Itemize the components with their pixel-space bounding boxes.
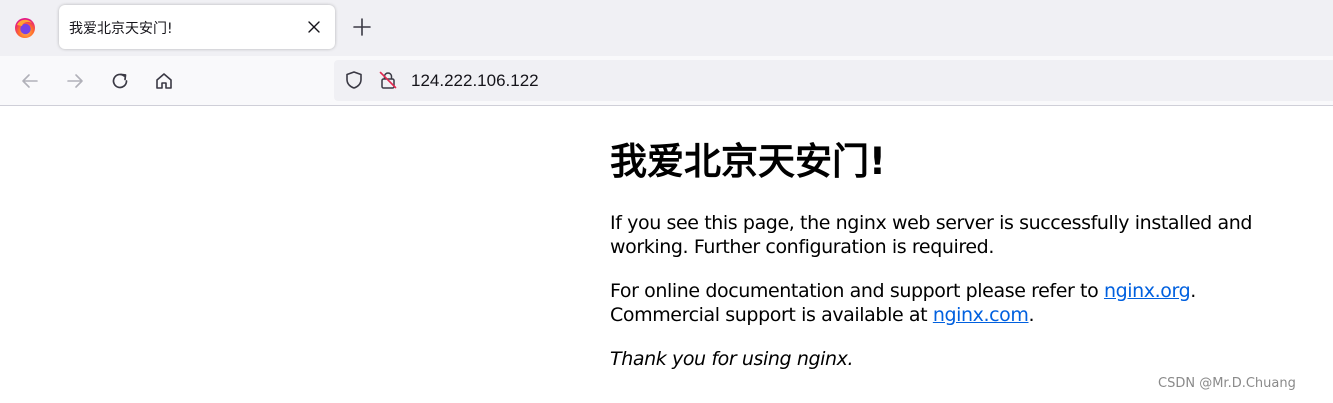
navigation-toolbar: 124.222.106.122	[0, 56, 1333, 106]
shield-icon[interactable]	[344, 70, 364, 90]
close-icon[interactable]	[307, 20, 321, 34]
page-content: 我爱北京天安门! If you see this page, the nginx…	[610, 106, 1310, 371]
arrow-left-icon[interactable]	[19, 70, 41, 92]
nginx-com-link[interactable]: nginx.com	[933, 304, 1029, 326]
thanks-text: Thank you for using nginx.	[610, 348, 854, 370]
tab-title: 我爱北京天安门!	[69, 21, 173, 37]
insecure-lock-icon[interactable]	[378, 70, 398, 90]
csdn-watermark: CSDN @Mr.D.Chuang	[1158, 376, 1296, 391]
support-text-period: .	[1190, 280, 1196, 302]
tab-strip: 我爱北京天安门!	[0, 0, 1333, 56]
thanks-paragraph: Thank you for using nginx.	[610, 347, 1310, 371]
support-text-prefix: For online documentation and support ple…	[610, 280, 1104, 302]
firefox-logo-icon	[15, 18, 35, 38]
intro-text: If you see this page, the nginx web serv…	[610, 212, 1252, 258]
url-text[interactable]: 124.222.106.122	[411, 71, 539, 91]
tab-active[interactable]: 我爱北京天安门!	[59, 5, 335, 49]
reload-icon[interactable]	[109, 70, 131, 92]
commercial-support-period: .	[1028, 304, 1035, 326]
nginx-org-link[interactable]: nginx.org	[1104, 280, 1191, 302]
support-paragraph: For online documentation and support ple…	[610, 279, 1310, 327]
commercial-support-text: Commercial support is available at	[610, 304, 933, 326]
arrow-right-icon[interactable]	[64, 70, 86, 92]
url-bar[interactable]: 124.222.106.122	[334, 60, 1333, 101]
intro-paragraph: If you see this page, the nginx web serv…	[610, 211, 1310, 259]
plus-icon[interactable]	[352, 17, 372, 37]
home-icon[interactable]	[153, 70, 175, 92]
page-heading: 我爱北京天安门!	[610, 140, 886, 183]
